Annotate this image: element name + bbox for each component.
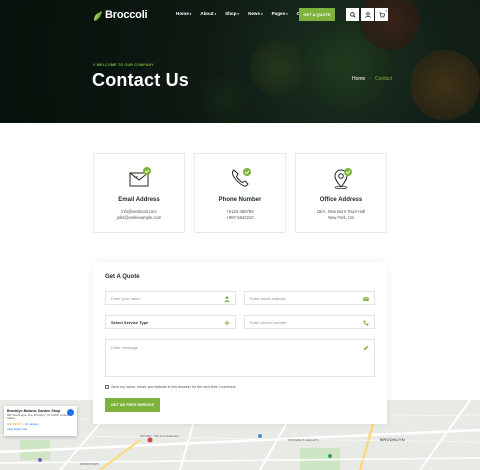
phone-link[interactable]: +0123-456789 — [195, 209, 285, 214]
address-card: Office Address 18/A, New Born Town Hall … — [295, 153, 387, 233]
breadcrumb-separator: - — [369, 76, 372, 82]
email-link[interactable]: info@webmail.com — [94, 209, 184, 214]
user-icon — [224, 296, 230, 302]
card-title: Phone Number — [218, 197, 262, 203]
site-logo[interactable]: Broccoli — [93, 8, 148, 22]
rating-value: 4.4 — [7, 421, 11, 426]
nav-label: About — [200, 11, 214, 16]
card-title: Email Address — [118, 197, 160, 203]
nav-label: Shop — [225, 11, 237, 16]
map-label: Gift Mart - Gift and Stationery — [140, 434, 180, 438]
nav-label: Home — [176, 11, 189, 16]
map-label: PROSPECT HEIGHTS — [288, 438, 319, 442]
main-nav: Home ▾ About ▾ Shop ▾ News ▾ Pages ▾ Con… — [176, 11, 314, 16]
chevron-down-icon: ▾ — [261, 11, 263, 16]
address-line: 18/A, New Born Town Hall — [316, 209, 366, 214]
hero-eyebrow: // WELCOME TO OUR COMPANY — [93, 63, 154, 67]
phone-icon — [229, 166, 253, 190]
phone-field[interactable]: Enter phone number — [244, 315, 375, 329]
hero-overlay — [0, 0, 480, 123]
phone-link[interactable]: +987-6543210 — [195, 215, 285, 220]
email-card: Email Address info@webmail.com jobs@webe… — [93, 153, 185, 233]
phone-card: Phone Number +0123-456789 +987-6543210 — [194, 153, 286, 233]
location-pin-icon — [330, 166, 354, 190]
cart-button[interactable]: 0 — [375, 8, 388, 21]
email-placeholder: Enter email address — [250, 295, 286, 301]
view-larger-map-link[interactable]: View larger map — [7, 427, 74, 431]
name-field[interactable]: Enter your name — [105, 291, 236, 305]
address-line: New York, US — [328, 215, 354, 220]
nav-item-about[interactable]: About ▾ — [200, 11, 216, 16]
nav-item-pages[interactable]: Pages ▾ — [272, 11, 288, 16]
map-label: BROOKLYN — [380, 437, 405, 442]
user-icon — [364, 11, 371, 18]
chevron-down-icon: ▾ — [286, 11, 288, 16]
phone-placeholder: Enter phone number — [250, 319, 287, 325]
chevron-down-icon: ▾ — [189, 11, 192, 16]
consent-label: Save my name, email, and website in this… — [111, 385, 237, 389]
email-link[interactable]: jobs@webexample.com — [94, 215, 184, 220]
directions-icon[interactable] — [67, 409, 74, 416]
email-field[interactable]: Enter email address — [244, 291, 375, 305]
star-rating-icon: ★★★★☆ — [11, 421, 25, 426]
chevron-down-icon: ▾ — [237, 11, 240, 16]
nav-item-shop[interactable]: Shop ▾ — [225, 11, 239, 16]
service-type-select[interactable]: Select Service Type — [105, 315, 236, 329]
consent-row: Save my name, email, and website in this… — [105, 385, 236, 389]
quote-form: Get A Quote Enter your name Enter email … — [93, 262, 387, 424]
map-place-card: Brooklyn Botanic Garden Shop 990 Washing… — [4, 406, 77, 436]
plus-icon — [224, 320, 230, 326]
envelope-icon — [363, 297, 369, 302]
chevron-down-icon: ▾ — [214, 11, 217, 16]
cart-icon — [378, 11, 385, 18]
place-rating: 4.4 ★★★★☆ 20 reviews — [7, 422, 74, 426]
envelope-icon — [128, 166, 152, 190]
submit-button[interactable]: GET AN FREE SERVICE — [105, 398, 160, 412]
message-placeholder: Enter message — [111, 345, 138, 350]
nav-item-home[interactable]: Home ▾ — [176, 11, 191, 16]
breadcrumb: Home - Contact — [352, 76, 392, 82]
phone-icon — [363, 320, 369, 326]
breadcrumb-home-link[interactable]: Home — [352, 76, 365, 82]
form-title: Get A Quote — [105, 274, 140, 280]
hero-banner — [0, 0, 480, 123]
leaf-logo-icon — [93, 9, 103, 21]
consent-checkbox[interactable] — [105, 385, 109, 389]
nav-label: News — [248, 11, 261, 16]
search-button[interactable] — [346, 8, 359, 21]
search-icon — [349, 11, 356, 18]
breadcrumb-current: Contact — [375, 76, 393, 82]
service-select-value: Select Service Type — [111, 319, 149, 325]
reviews-link[interactable]: 20 reviews — [25, 422, 38, 426]
message-textarea[interactable]: Enter message — [105, 339, 375, 377]
card-title: Office Address — [319, 197, 363, 203]
pencil-icon — [363, 345, 369, 351]
map-label: DOWNTOWN — [80, 462, 99, 466]
cart-count-badge: 0 — [385, 9, 387, 13]
page-title: Contact Us — [92, 70, 190, 90]
nav-item-news[interactable]: News ▾ — [248, 11, 263, 16]
nav-label: Pages — [271, 11, 286, 16]
get-a-quote-button[interactable]: GET A QUOTE — [299, 8, 335, 21]
place-address: 990 Washington Ave, Brooklyn, NY 11225, … — [7, 413, 69, 421]
logo-text: Broccoli — [105, 9, 148, 21]
name-placeholder: Enter your name — [111, 295, 141, 301]
account-button[interactable] — [361, 8, 374, 21]
